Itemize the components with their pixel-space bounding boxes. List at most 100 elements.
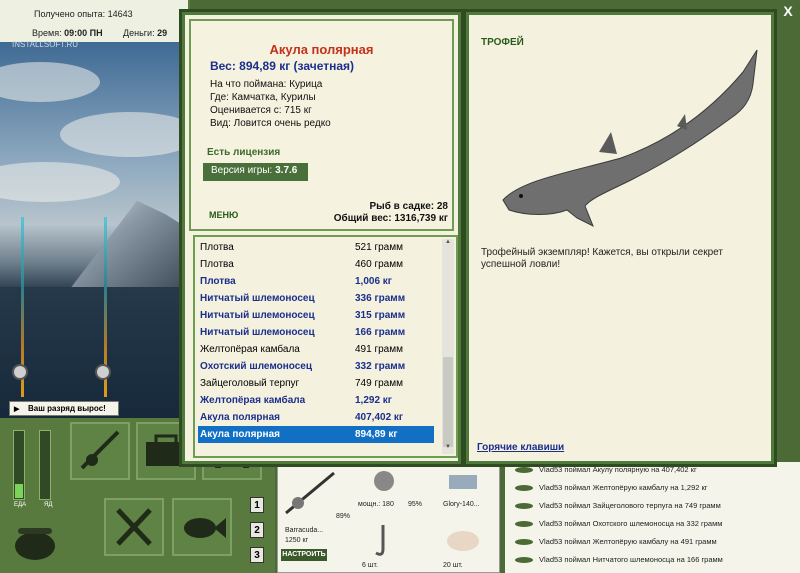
catch-row[interactable]: Акула полярная 407,402 кг <box>198 409 434 426</box>
catch-fish-name: Нитчатый шлемоносец <box>200 327 315 338</box>
version-value: 3.7.6 <box>275 165 298 176</box>
catch-row[interactable]: Желтопёрая камбала 1,292 кг <box>198 392 434 409</box>
time-value: 09:00 ПН <box>64 28 103 38</box>
food-label: ЕДА <box>14 502 27 508</box>
catch-fish-name: Желтопёрая камбала <box>200 395 306 406</box>
catch-fish-weight: 1,292 кг <box>355 395 392 406</box>
rod-reel-icon <box>285 471 335 515</box>
feed-item: Vlad53 поймал Охотского шлемоносца на 33… <box>513 516 722 532</box>
fish-name: Акула полярная <box>269 42 374 57</box>
catch-fish-weight: 332 грамм <box>355 361 406 372</box>
catch-fish-name: Нитчатый шлемоносец <box>200 310 315 321</box>
hook-icon[interactable] <box>368 521 398 561</box>
catch-row-selected[interactable]: Акула полярная 894,89 кг <box>198 426 434 443</box>
lure-label: Glory-140... <box>443 501 480 508</box>
game-version: Версия игры: 3.7.6 <box>203 163 308 181</box>
cloud <box>60 112 180 157</box>
poison-label: ЯД <box>44 502 53 508</box>
lure-icon[interactable] <box>443 467 483 495</box>
shark-image <box>502 49 758 228</box>
catch-fish-weight: 521 грамм <box>355 242 403 253</box>
hooks-count: 6 шт. <box>362 562 378 569</box>
scroll-up-icon[interactable]: ▲ <box>442 239 454 249</box>
license-status: Есть лицензия <box>207 147 281 158</box>
version-label: Версия игры: <box>211 165 273 176</box>
rank-up-text: Ваш разряд вырос! <box>28 404 106 413</box>
catch-row[interactable]: Плотва 521 грамм <box>198 239 434 256</box>
cauldron-icon[interactable] <box>10 520 60 565</box>
catch-fish-weight: 166 грамм <box>355 327 406 338</box>
tackle-button[interactable] <box>70 422 130 480</box>
line-label: мощн.: 180 <box>358 501 394 508</box>
catch-list[interactable]: Плотва 521 грамм Плотва 460 грамм Плотва 1,… <box>193 235 458 458</box>
rod-percent: 89% <box>336 513 351 520</box>
cloud <box>0 162 120 202</box>
catch-fish-name: Плотва <box>200 276 236 287</box>
fish-rarity: Вид: Ловится очень редко <box>210 118 331 129</box>
catch-fish-weight: 491 грамм <box>355 344 403 355</box>
exp-label: Получено опыта: <box>34 9 106 19</box>
catch-row[interactable]: Плотва 1,006 кг <box>198 273 434 290</box>
catch-list-scrollbar[interactable]: ▲ ▼ <box>442 239 454 454</box>
catch-dialog: Акула полярная Вес: 894,89 кг (зачетная)… <box>179 9 464 467</box>
slot-1-button[interactable]: 1 <box>250 497 264 513</box>
catch-fish-weight: 315 грамм <box>355 310 406 321</box>
bait-icon[interactable] <box>443 521 483 559</box>
reel-icon <box>95 364 111 380</box>
fish-valuation: Оценивается с: 715 кг <box>210 105 312 116</box>
money-value: 29 <box>157 28 168 38</box>
catch-row[interactable]: Нитчатый шлемоносец 315 грамм <box>198 307 434 324</box>
cage-count: Рыб в садке: 28 <box>369 201 448 212</box>
rod-weight: 1250 кг <box>285 537 309 544</box>
feed-item: Vlad53 поймал Зайцеголового терпуга на 7… <box>513 498 721 514</box>
rank-up-message[interactable]: ▶ Ваш разряд вырос! <box>9 401 119 416</box>
catch-fish-name: Нитчатый шлемоносец <box>200 293 315 304</box>
time-label: Время: <box>32 28 62 38</box>
catch-fish-name: Плотва <box>200 242 234 253</box>
catch-fish-weight: 894,89 кг <box>355 429 398 440</box>
rod-name: Barracuda... <box>285 527 324 534</box>
fish-icon <box>184 518 226 538</box>
catch-feed: Vlad53 поймал Акулу полярную на 407,402 … <box>505 462 800 573</box>
scrollbar-thumb[interactable] <box>443 357 453 447</box>
slot-3-button[interactable]: 3 <box>250 547 264 563</box>
food-gauge-fill <box>15 484 23 498</box>
feed-item: Vlad53 поймал Желтопёрую камбалу на 1,29… <box>513 480 708 496</box>
menu-button[interactable]: МЕНЮ <box>209 210 238 220</box>
feed-item: Vlad53 поймал Нитчатого шлемоносца на 16… <box>513 552 723 568</box>
fish-weight: Вес: 894,89 кг (зачетная) <box>210 59 355 73</box>
line-percent: 95% <box>408 501 423 508</box>
hotkeys-link[interactable]: Горячие клавиши <box>477 442 564 453</box>
watermark: INSTALLSOFT.RU <box>12 40 79 49</box>
mountain <box>60 200 180 302</box>
catch-row[interactable]: Плотва 460 грамм <box>198 256 434 273</box>
bait-count: 20 шт. <box>443 562 463 569</box>
food-gauge <box>13 430 25 500</box>
catch-row[interactable]: Охотский шлемоносец 332 грамм <box>198 358 434 375</box>
game-window: Получено опыта: 14643 Время: 09:00 ПН Де… <box>0 0 800 573</box>
catch-row[interactable]: Нитчатый шлемоносец 336 грамм <box>198 290 434 307</box>
money-label: Деньги: <box>123 28 155 38</box>
catch-row[interactable]: Желтопёрая камбала 491 грамм <box>198 341 434 358</box>
reel-icon[interactable] <box>364 467 404 495</box>
catch-fish-name: Зайцеголовый терпуг <box>200 378 300 389</box>
fishing-scene[interactable] <box>0 42 180 422</box>
reel-icon <box>12 364 28 380</box>
exp-value: 14643 <box>107 9 133 19</box>
catch-row[interactable]: Нитчатый шлемоносец 166 грамм <box>198 324 434 341</box>
catch-fish-name: Акула полярная <box>200 412 280 423</box>
slot-2-button[interactable]: 2 <box>250 522 264 538</box>
catch-fish-weight: 1,006 кг <box>355 276 392 287</box>
cloud <box>0 62 100 102</box>
food-button[interactable] <box>104 498 164 556</box>
tune-button[interactable]: НАСТРОИТЬ <box>281 549 327 561</box>
scroll-down-icon[interactable]: ▼ <box>442 444 454 454</box>
trophy-panel: ТРОФЕЙ Трофейный экземпляр! Кажется, вы … <box>463 9 777 467</box>
catch-row[interactable]: Зайцеголовый терпуг 749 грамм <box>198 375 434 392</box>
status-bar: Получено опыта: 14643 Время: 09:00 ПН Де… <box>0 0 190 42</box>
catch-button[interactable] <box>172 498 232 556</box>
close-button[interactable]: X <box>778 3 798 21</box>
fish-location: Где: Камчатка, Курилы <box>210 92 316 103</box>
catch-fish-name: Акула полярная <box>200 429 280 440</box>
cage-total-weight: Общий вес: 1316,739 кг <box>333 213 448 224</box>
